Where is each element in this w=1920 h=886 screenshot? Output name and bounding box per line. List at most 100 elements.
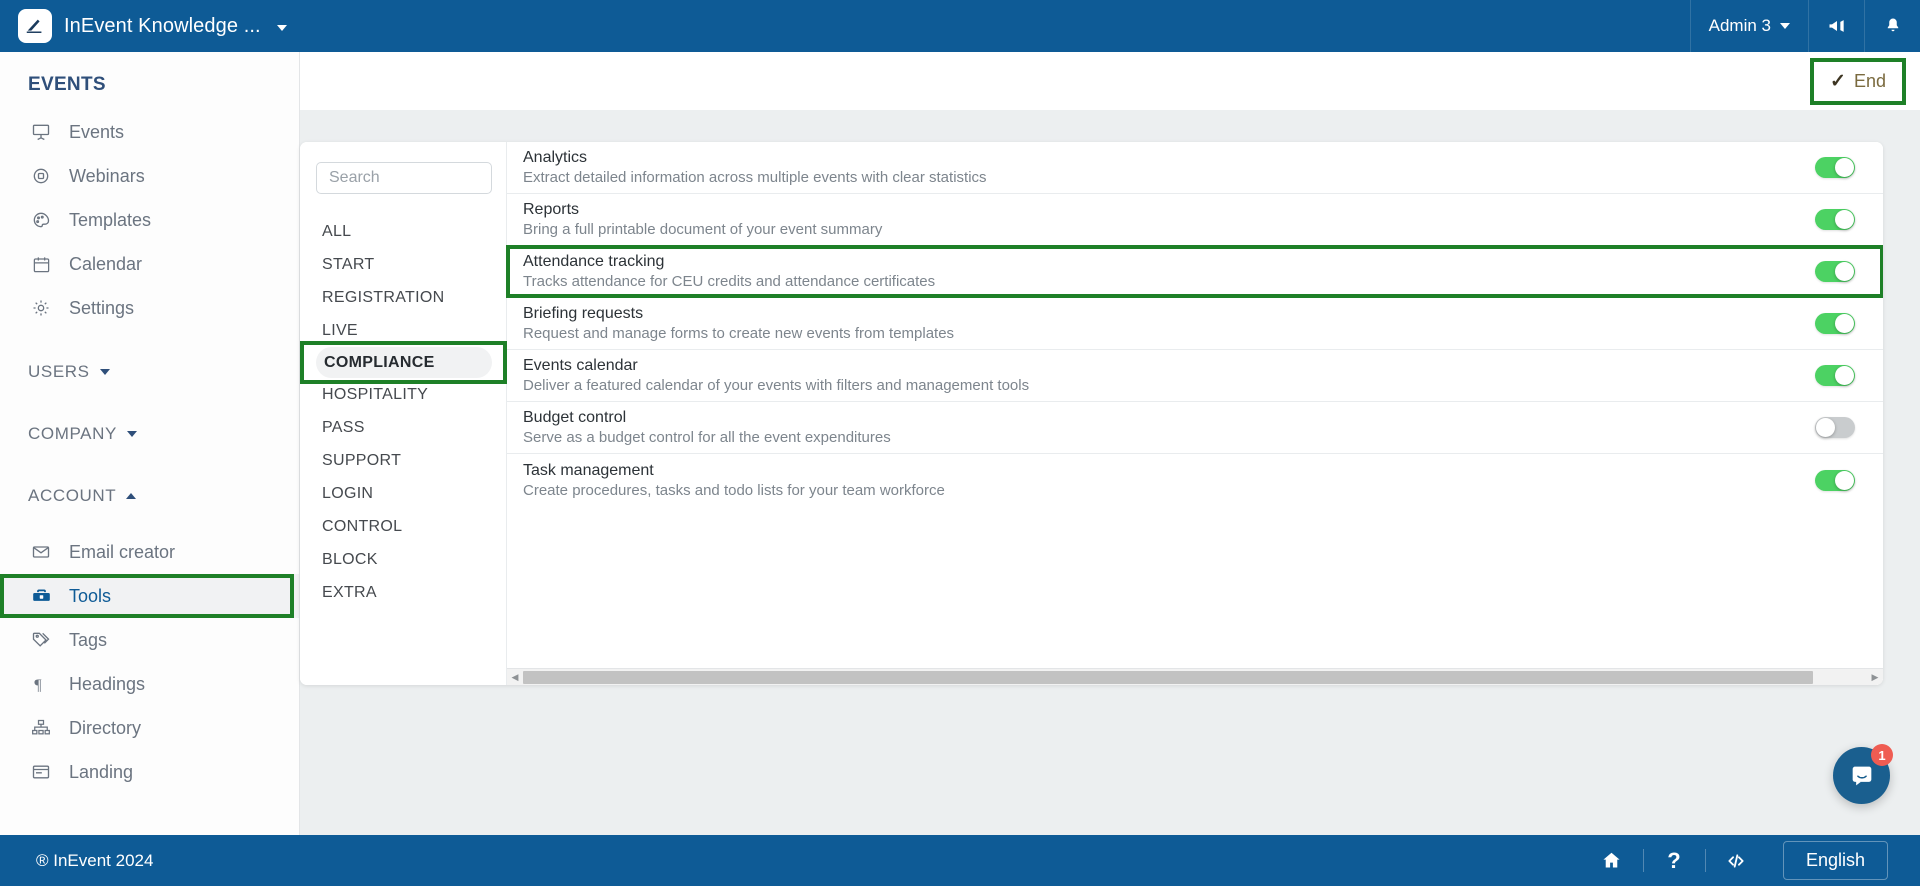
tool-row[interactable]: Budget control Serve as a budget control …	[507, 402, 1883, 454]
question-mark-icon[interactable]: ?	[1642, 835, 1705, 886]
brand-zone[interactable]: InEvent Knowledge ...	[0, 0, 300, 52]
tool-toggle[interactable]	[1815, 313, 1855, 334]
tool-toggle[interactable]	[1815, 417, 1855, 438]
category-item-label: SUPPORT	[322, 451, 402, 469]
language-selector[interactable]: English	[1782, 841, 1888, 880]
scrollbar-thumb[interactable]	[523, 670, 1814, 684]
language-label: English	[1805, 850, 1865, 870]
category-item-all[interactable]: ALL	[300, 215, 506, 248]
tool-description: Create procedures, tasks and todo lists …	[523, 481, 945, 499]
tool-toggle[interactable]	[1815, 469, 1855, 491]
sidebar-item-tools[interactable]: Tools	[0, 574, 299, 618]
palette-icon	[30, 210, 52, 230]
toggle-knob	[1835, 470, 1854, 490]
tool-texts: Budget control Serve as a budget control …	[523, 408, 891, 447]
end-button-label: End	[1853, 70, 1886, 91]
category-item-label: BLOCK	[322, 550, 378, 568]
tool-row[interactable]: Briefing requests Request and manage form…	[507, 298, 1883, 350]
tool-description: Bring a full printable document of your …	[523, 221, 883, 238]
bell-icon[interactable]	[1864, 0, 1920, 52]
tool-toggle[interactable]	[1815, 365, 1855, 386]
sidebar-item-calendar[interactable]: Calendar	[0, 242, 299, 286]
scroll-right-arrow[interactable]: ▶	[1867, 672, 1883, 683]
user-menu-label: Admin 3	[1708, 16, 1771, 35]
user-menu[interactable]: Admin 3	[1689, 0, 1808, 52]
webinar-icon	[30, 166, 52, 186]
category-item-live[interactable]: LIVE	[300, 314, 506, 347]
tool-toggle[interactable]	[1815, 209, 1855, 230]
sidebar-group-account[interactable]: ACCOUNT	[0, 476, 299, 516]
category-item-wrapper: START	[300, 248, 506, 281]
tool-toggle[interactable]	[1815, 261, 1855, 282]
tool-row[interactable]: Attendance tracking Tracks attendance for…	[506, 245, 1883, 298]
category-item-label: LOGIN	[322, 484, 374, 502]
category-item-registration[interactable]: REGISTRATION	[300, 281, 506, 314]
inevent-logo-icon	[18, 9, 52, 43]
work-body: ALL START REGISTRATION LIVE COMPLIANCE HOSPIT…	[300, 110, 1920, 835]
sidebar-group-company[interactable]: COMPANY	[0, 414, 299, 454]
footer-copyright: ® InEvent 2024	[36, 850, 154, 870]
sidebar-item-label: Calendar	[69, 253, 143, 274]
tool-row[interactable]: Events calendar Deliver a featured calend…	[507, 350, 1883, 402]
scroll-left-arrow[interactable]: ◀	[507, 672, 523, 683]
horizontal-scrollbar[interactable]: ◀ ▶	[507, 668, 1883, 685]
tools-panel: ALL START REGISTRATION LIVE COMPLIANCE HOSPIT…	[300, 142, 1883, 685]
tool-description: Request and manage forms to create new e…	[523, 325, 955, 342]
sidebar-group-users[interactable]: USERS	[0, 352, 299, 392]
category-item-start[interactable]: START	[300, 248, 506, 281]
search-input[interactable]	[316, 162, 492, 194]
tool-title: Briefing requests	[523, 305, 644, 322]
category-item-wrapper: REGISTRATION	[300, 281, 506, 314]
chevron-down-icon	[99, 369, 110, 375]
tools-list-column: Analytics Extract detailed information ac…	[506, 142, 1883, 685]
landing-page-icon	[30, 762, 52, 782]
sidebar-item-label: Settings	[69, 297, 135, 318]
work-area: ✓ End ALL START REGISTRATION LIVE COMPLIANCE…	[300, 52, 1920, 835]
category-item-hospitality[interactable]: HOSPITALITY	[300, 378, 506, 411]
sidebar-item-settings[interactable]: Settings	[0, 286, 299, 330]
category-item-compliance[interactable]: COMPLIANCE	[316, 347, 492, 378]
code-brackets-icon[interactable]	[1704, 835, 1767, 886]
category-item-extra[interactable]: EXTRA	[300, 576, 506, 609]
tool-title: Events calendar	[523, 357, 638, 374]
sidebar-item-events[interactable]: Events	[0, 110, 299, 154]
top-bar: InEvent Knowledge ... Admin 3	[0, 0, 1920, 52]
category-item-wrapper: LOGIN	[300, 477, 506, 510]
sidebar-item-label: Tags	[69, 629, 108, 650]
footer-actions: ? English	[1581, 835, 1920, 886]
sidebar-item-label: Webinars	[69, 165, 145, 186]
tool-toggle[interactable]	[1815, 157, 1855, 178]
home-icon[interactable]	[1581, 835, 1643, 886]
category-item-control[interactable]: CONTROL	[300, 510, 506, 543]
category-item-wrapper: ALL	[300, 215, 506, 248]
chevron-down-icon[interactable]	[276, 18, 287, 35]
tool-row[interactable]: Task management Create procedures, tasks …	[507, 454, 1883, 506]
megaphone-icon[interactable]	[1808, 0, 1864, 52]
end-button[interactable]: ✓ End	[1810, 57, 1906, 105]
tool-description: Deliver a featured calendar of your even…	[523, 377, 1030, 394]
category-item-label: PASS	[322, 418, 365, 436]
tool-row[interactable]: Analytics Extract detailed information ac…	[507, 142, 1883, 194]
category-item-login[interactable]: LOGIN	[300, 477, 506, 510]
category-item-wrapper: COMPLIANCE	[300, 341, 507, 384]
tool-row[interactable]: Reports Bring a full printable document o…	[507, 194, 1883, 246]
left-sidebar: EVENTS Events Webinars Templates Calenda…	[0, 52, 300, 835]
toggle-knob	[1835, 210, 1854, 229]
sidebar-item-templates[interactable]: Templates	[0, 198, 299, 242]
sidebar-item-tags[interactable]: Tags	[0, 618, 299, 662]
intercom-chat-button[interactable]: 1	[1833, 744, 1893, 804]
category-item-block[interactable]: BLOCK	[300, 543, 506, 576]
sidebar-item-label: Tools	[69, 585, 112, 606]
tool-texts: Task management Create procedures, tasks …	[523, 461, 945, 500]
tool-title: Task management	[523, 461, 654, 479]
scrollbar-track[interactable]	[523, 670, 1867, 684]
category-item-label: LIVE	[322, 321, 358, 339]
sidebar-item-webinars[interactable]: Webinars	[0, 154, 299, 198]
tool-description: Extract detailed information across mult…	[523, 169, 987, 186]
sidebar-item-email-creator[interactable]: Email creator	[0, 530, 299, 574]
sidebar-item-landing[interactable]: Landing	[0, 750, 299, 794]
category-item-pass[interactable]: PASS	[300, 411, 506, 444]
category-item-support[interactable]: SUPPORT	[300, 444, 506, 477]
sidebar-item-headings[interactable]: ¶ Headings	[0, 662, 299, 706]
sidebar-item-directory[interactable]: Directory	[0, 706, 299, 750]
